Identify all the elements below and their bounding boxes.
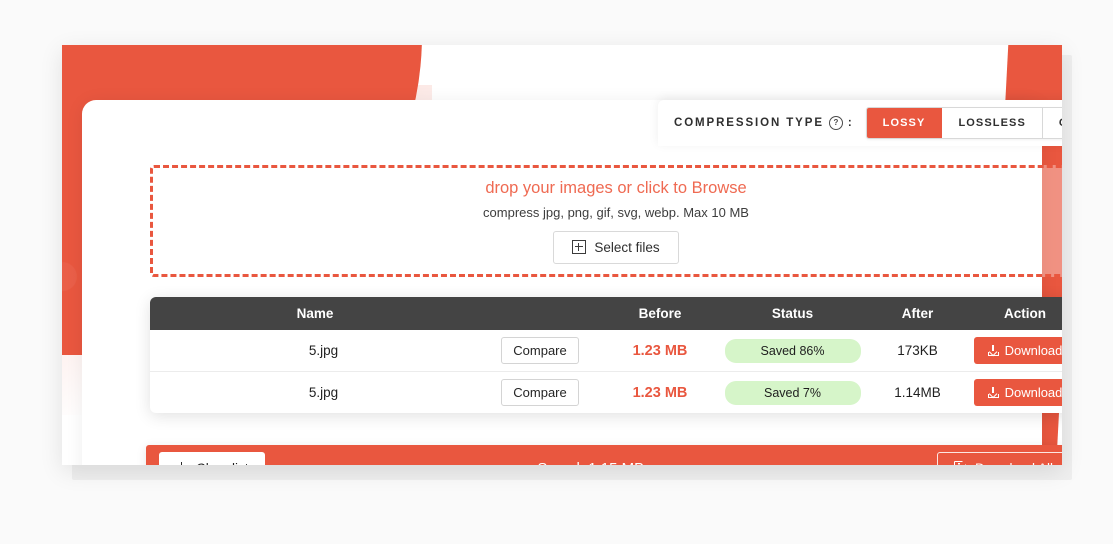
download-icon bbox=[987, 345, 999, 356]
table-row: 5.jpg Compare 1.23 MB Saved 7% 1.14MB Do… bbox=[150, 372, 1062, 414]
file-list-table: Name Before Status After Action 5.jpg Co… bbox=[150, 297, 1062, 413]
plus-square-icon bbox=[572, 240, 587, 254]
status-badge: Saved 86% bbox=[724, 338, 861, 363]
file-name-cell: 5.jpg bbox=[150, 330, 480, 372]
compression-type-label: COMPRESSION TYPE ? : bbox=[674, 116, 854, 130]
clear-list-label: Clear list bbox=[196, 461, 249, 466]
broom-icon bbox=[175, 461, 188, 465]
before-cell: 1.23 MB bbox=[600, 372, 720, 414]
column-header-action: Action bbox=[970, 297, 1062, 330]
before-cell: 1.23 MB bbox=[600, 330, 720, 372]
after-size: 173KB bbox=[897, 343, 938, 358]
table-header-row: Name Before Status After Action bbox=[150, 297, 1062, 330]
zip-file-icon bbox=[953, 460, 967, 465]
app-screenshot: COMPRESSION TYPE ? : LOSSY LOSSLESS CUST… bbox=[0, 0, 1113, 544]
compare-cell: Compare bbox=[480, 372, 600, 414]
after-size: 1.14MB bbox=[894, 385, 941, 400]
dropzone-title: drop your images or click to Browse bbox=[485, 178, 747, 197]
file-list-card: Name Before Status After Action 5.jpg Co… bbox=[150, 297, 1062, 413]
total-saved-text: Saved: 1.15 MB bbox=[245, 460, 937, 466]
footer-action-bar: Clear list Saved: 1.15 MB Download All bbox=[146, 445, 1062, 465]
compare-cell: Compare bbox=[480, 330, 600, 372]
column-header-name: Name bbox=[150, 297, 480, 330]
download-all-label: Download All bbox=[975, 461, 1053, 466]
compare-button[interactable]: Compare bbox=[501, 379, 579, 406]
compression-option-custom[interactable]: CUSTOM bbox=[1042, 108, 1062, 138]
select-files-button[interactable]: Select files bbox=[553, 230, 679, 264]
column-header-compare bbox=[480, 297, 600, 330]
status-cell: Saved 86% bbox=[720, 330, 865, 372]
before-size: 1.23 MB bbox=[632, 384, 688, 401]
download-all-button[interactable]: Download All bbox=[936, 451, 1062, 466]
compression-option-lossy[interactable]: LOSSY bbox=[866, 108, 943, 138]
file-dropzone[interactable]: drop your images or click to Browse comp… bbox=[150, 165, 1062, 277]
status-badge: Saved 7% bbox=[724, 380, 861, 405]
table-body: 5.jpg Compare 1.23 MB Saved 86% 173KB Do… bbox=[150, 330, 1062, 413]
download-button-label: Download bbox=[1004, 343, 1062, 358]
after-cell: 173KB bbox=[865, 330, 970, 372]
action-cell: Download bbox=[970, 372, 1062, 414]
status-cell: Saved 7% bbox=[720, 372, 865, 414]
compression-option-lossless[interactable]: LOSSLESS bbox=[942, 108, 1043, 138]
before-size: 1.23 MB bbox=[632, 342, 688, 359]
download-icon bbox=[987, 387, 999, 398]
file-name-cell: 5.jpg bbox=[308, 385, 339, 400]
table-row: 5.jpg Compare 1.23 MB Saved 86% 173KB Do… bbox=[150, 330, 1062, 372]
compression-type-segmented-control[interactable]: LOSSY LOSSLESS CUSTOM bbox=[865, 107, 1062, 139]
app-panel: COMPRESSION TYPE ? : LOSSY LOSSLESS CUST… bbox=[62, 45, 1062, 465]
action-cell: Download bbox=[970, 330, 1062, 372]
dropzone-subtitle: compress jpg, png, gif, svg, webp. Max 1… bbox=[483, 204, 749, 220]
compression-type-colon: : bbox=[847, 117, 854, 129]
compare-button[interactable]: Compare bbox=[501, 337, 579, 364]
download-button[interactable]: Download bbox=[973, 337, 1062, 364]
column-header-status: Status bbox=[720, 297, 865, 330]
column-header-after: After bbox=[865, 297, 970, 330]
compression-type-label-text: COMPRESSION TYPE bbox=[674, 117, 824, 129]
question-circle-icon[interactable]: ? bbox=[828, 116, 843, 130]
after-cell: 1.14MB bbox=[865, 372, 970, 414]
column-header-before: Before bbox=[600, 297, 720, 330]
select-files-button-label: Select files bbox=[594, 239, 660, 255]
download-button[interactable]: Download bbox=[973, 379, 1062, 406]
compression-type-bar: COMPRESSION TYPE ? : LOSSY LOSSLESS CUST… bbox=[658, 100, 1062, 146]
download-button-label: Download bbox=[1004, 385, 1062, 400]
table-head: Name Before Status After Action bbox=[150, 297, 1062, 330]
